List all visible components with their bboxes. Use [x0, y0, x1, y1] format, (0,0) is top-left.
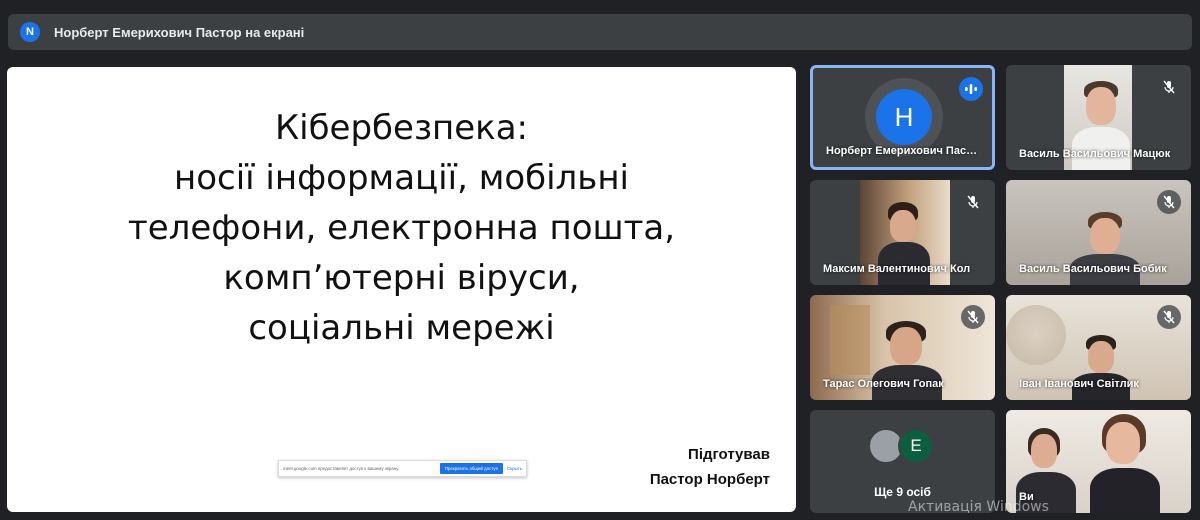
slide-credit-line: Підготував [688, 446, 770, 463]
participant-name: Василь Васильович Бобик [1019, 263, 1167, 275]
mic-off-icon [961, 305, 985, 329]
participant-avatar: E [898, 428, 934, 464]
mic-off-icon [1157, 190, 1181, 214]
participant-tile[interactable]: Василь Васильович Мацюк [1006, 65, 1191, 170]
participant-name: Норберт Емерихович Пастор [826, 145, 978, 157]
screen-share-notification: meet.google.com предоставляет доступ к в… [278, 460, 527, 477]
presenting-banner[interactable]: N Норберт Емерихович Пастор на екрані [8, 14, 1192, 50]
more-participants-avatars: E [868, 428, 948, 468]
slide-credit: Підготував Пастор Норберт [650, 442, 770, 492]
self-view-tile[interactable]: Ви [1006, 410, 1191, 513]
shared-screen: Кібербезпека: носії інформації, мобільні… [7, 67, 796, 512]
slide-title-line: комп’ютерні віруси, [223, 258, 580, 298]
participant-name: Василь Васильович Мацюк [1019, 148, 1171, 160]
participant-tile[interactable]: Максим Валентинович Кол [810, 180, 995, 285]
participant-tile[interactable]: Тарас Олегович Гопак [810, 295, 995, 400]
slide-credit-line: Пастор Норберт [649, 471, 770, 488]
slide-title-line: соціальні мережі [248, 308, 555, 348]
hide-notification-link[interactable]: Скрыть [507, 466, 522, 471]
more-participants-label: Ще 9 осіб [874, 485, 931, 499]
slide-title-line: телефони, електронна пошта, [127, 208, 676, 248]
participant-name: Іван Іванович Світлик [1019, 378, 1139, 390]
presenter-avatar: N [20, 22, 40, 42]
share-notification-text: meet.google.com предоставляет доступ к в… [283, 466, 400, 471]
slide-title: Кібербезпека: носії інформації, мобільні… [7, 103, 796, 353]
participant-tile[interactable]: Василь Васильович Бобик [1006, 180, 1191, 285]
more-participants-tile[interactable]: E Ще 9 осіб [810, 410, 995, 513]
windows-activation-watermark: Активація Windows [908, 499, 1049, 515]
mic-off-icon [1157, 305, 1181, 329]
participant-tile[interactable]: Іван Іванович Світлик [1006, 295, 1191, 400]
meet-stage: N Норберт Емерихович Пастор на екрані Кі… [0, 0, 1200, 520]
participant-avatar: H [876, 89, 932, 145]
mic-off-icon [961, 190, 985, 214]
stop-sharing-button[interactable]: Прекратить общий доступ [439, 463, 503, 474]
presenting-banner-text: Норберт Емерихович Пастор на екрані [54, 24, 305, 40]
mic-off-icon [1157, 75, 1181, 99]
slide-title-line: носії інформації, мобільні [174, 158, 629, 198]
speaking-icon [959, 77, 983, 101]
participant-tile[interactable]: H Норберт Емерихович Пастор [810, 65, 995, 170]
slide-title-line: Кібербезпека: [275, 108, 528, 148]
participant-name: Максим Валентинович Кол [823, 263, 971, 275]
participant-name: Тарас Олегович Гопак [823, 378, 944, 390]
